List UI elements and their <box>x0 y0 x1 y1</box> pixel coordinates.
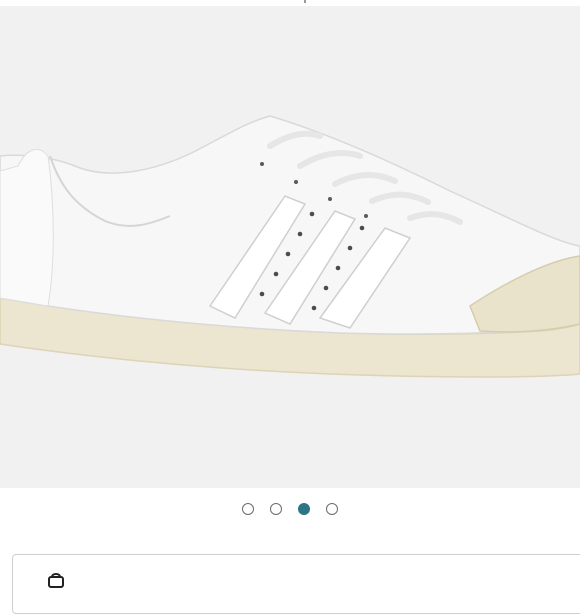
carousel-indicator <box>0 499 580 519</box>
carousel-dot[interactable] <box>326 503 338 515</box>
carousel-dot[interactable] <box>270 503 282 515</box>
carousel-dot[interactable] <box>242 503 254 515</box>
carousel-dot-active[interactable] <box>298 503 310 515</box>
bag-icon <box>48 573 64 588</box>
sneaker-icon <box>0 115 580 378</box>
top-marker <box>304 0 306 3</box>
bottom-card[interactable] <box>12 554 580 614</box>
product-image[interactable] <box>0 6 580 488</box>
